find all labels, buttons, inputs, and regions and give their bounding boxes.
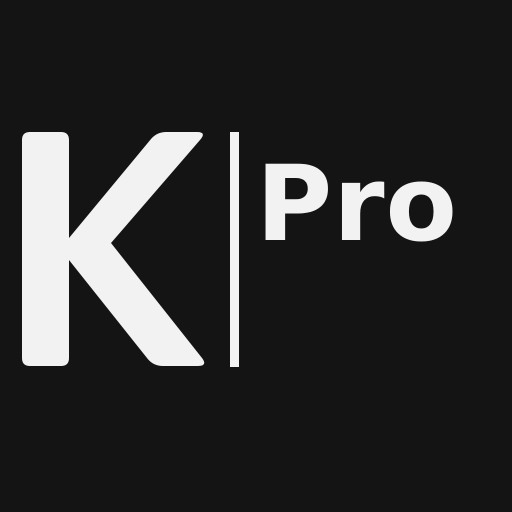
logo-graphic: Pro <box>0 0 512 512</box>
divider-bar <box>230 132 239 367</box>
app-logo: Pro <box>0 0 512 512</box>
pro-wordmark: Pro <box>256 143 458 265</box>
